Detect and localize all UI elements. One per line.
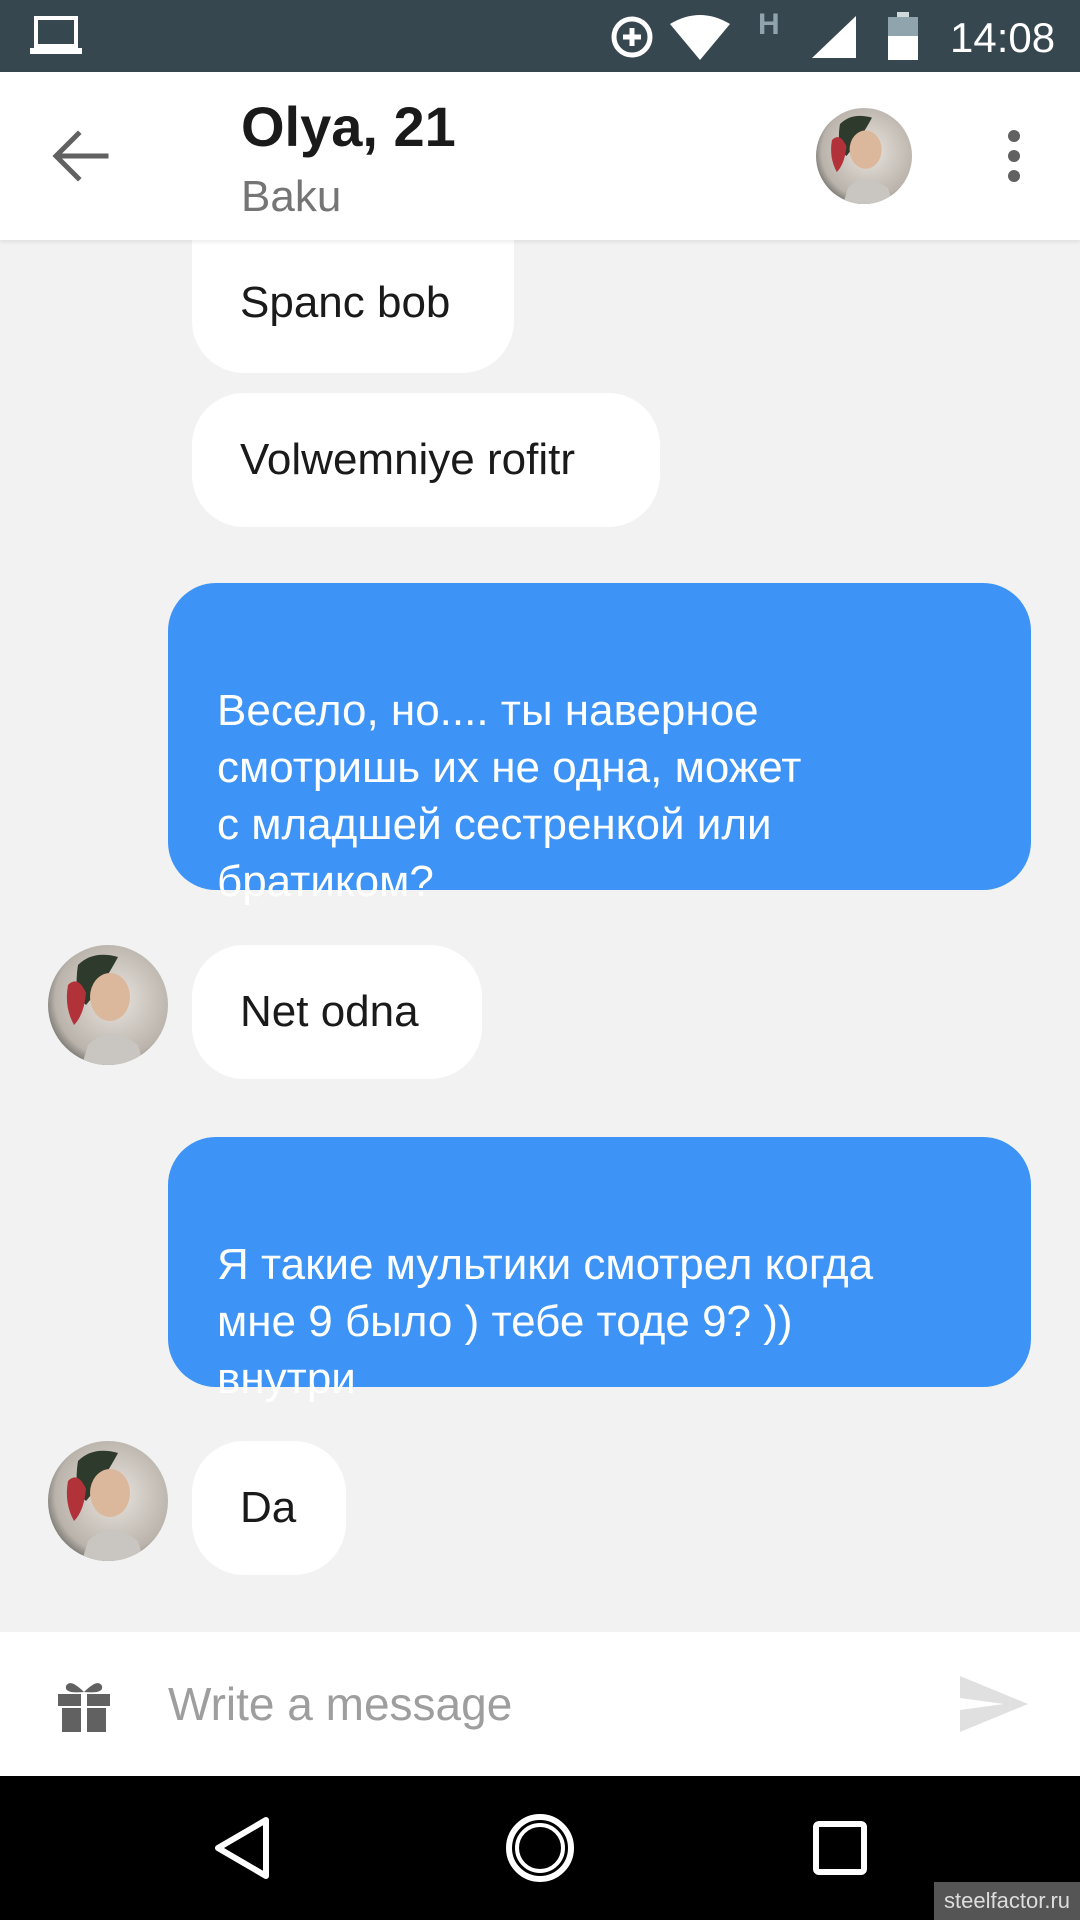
incoming-message[interactable]: Volwemniye rofitr xyxy=(192,393,660,527)
home-circle-icon[interactable] xyxy=(504,1812,576,1884)
message-composer xyxy=(0,1632,1080,1776)
recents-square-icon[interactable] xyxy=(804,1812,876,1884)
outgoing-message[interactable]: Весело, но.... ты наверное смотришь их н… xyxy=(168,583,1031,906)
wifi-icon xyxy=(670,15,730,60)
avatar[interactable] xyxy=(48,1441,168,1561)
network-type-label: H xyxy=(758,8,780,41)
incoming-message[interactable]: Net odna xyxy=(192,945,482,1079)
avatar-image xyxy=(816,108,912,204)
back-arrow-icon xyxy=(52,130,109,182)
sync-icon xyxy=(611,16,653,58)
message-text: Я такие мультики смотрел когда мне 9 был… xyxy=(217,1240,874,1403)
incoming-message[interactable]: Spanc bob xyxy=(192,240,514,373)
gift-icon[interactable] xyxy=(56,1676,112,1732)
avatar-image xyxy=(48,1441,168,1561)
avatar[interactable] xyxy=(816,108,912,204)
laptop-icon xyxy=(30,16,82,54)
status-bar: H 14:08 xyxy=(0,0,1080,72)
contact-location: Baku xyxy=(241,172,342,221)
more-vertical-icon xyxy=(1008,130,1020,182)
system-nav-bar: steelfactor.ru xyxy=(0,1776,1080,1920)
back-button[interactable] xyxy=(44,120,116,192)
send-icon[interactable] xyxy=(960,1676,1028,1732)
message-list[interactable]: Spanc bob Volwemniye rofitr Весело, но..… xyxy=(0,240,1080,1632)
more-options-button[interactable] xyxy=(990,124,1038,188)
chat-header: Olya, 21 Baku xyxy=(0,72,1080,240)
message-input[interactable] xyxy=(168,1668,908,1740)
watermark: steelfactor.ru xyxy=(934,1882,1080,1920)
message-text: Весело, но.... ты наверное смотришь их н… xyxy=(217,686,802,906)
avatar-image xyxy=(48,945,168,1065)
contact-name[interactable]: Olya, 21 xyxy=(241,94,456,159)
avatar[interactable] xyxy=(48,945,168,1065)
signal-icon xyxy=(812,16,856,58)
outgoing-message[interactable]: Я такие мультики смотрел когда мне 9 был… xyxy=(168,1137,1031,1403)
message-text: Net odna xyxy=(240,987,419,1036)
message-text: Da xyxy=(240,1483,297,1532)
battery-icon xyxy=(888,12,918,60)
clock: 14:08 xyxy=(950,14,1056,61)
back-triangle-icon[interactable] xyxy=(206,1812,278,1884)
message-text: Spanc bob xyxy=(240,278,451,327)
incoming-message[interactable]: Da xyxy=(192,1441,346,1575)
message-text: Volwemniye rofitr xyxy=(240,435,576,484)
